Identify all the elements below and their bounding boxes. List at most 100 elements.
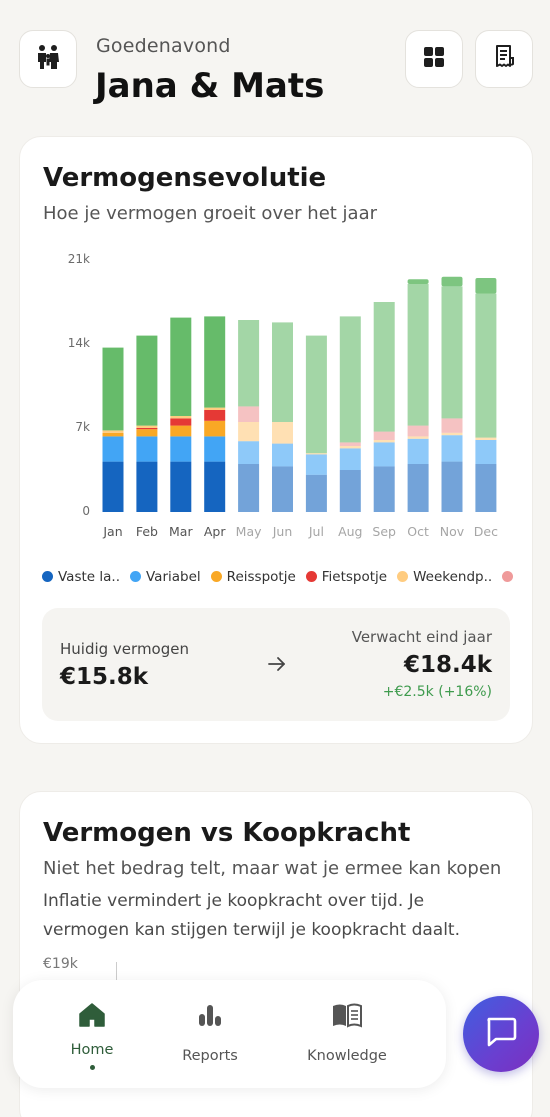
bar-segment [305, 454, 327, 475]
card-title: Vermogen vs Koopkracht [43, 818, 411, 848]
current-wealth-value: €15.8k [60, 664, 149, 690]
chart-svg [102, 276, 497, 512]
bar-segment [238, 441, 260, 464]
header: Goedenavond Jana & Mats [0, 0, 550, 120]
bar-segment [475, 464, 497, 512]
bar-segment [339, 446, 361, 449]
bottom-navigation: Home Reports Knowledge [13, 980, 446, 1088]
y-tick-label: 21k [67, 252, 90, 266]
bar-segment [305, 453, 327, 455]
bar-segment [339, 470, 361, 512]
legend-item: Weekendp.. [397, 569, 492, 585]
bar-segment [204, 316, 226, 408]
bar-segment [475, 437, 497, 440]
legend-dot [397, 571, 409, 582]
bar-segment [272, 443, 293, 467]
bar-segment [136, 429, 158, 437]
greeting: Goedenavond [96, 35, 231, 57]
bar-segment [373, 442, 395, 467]
card-body: Inflatie vermindert je koopkracht over t… [43, 891, 461, 940]
bar-segment [136, 461, 158, 512]
expected-wealth-label: Verwacht eind jaar [351, 628, 492, 646]
bar-segment [339, 448, 361, 470]
bar-segment [373, 466, 395, 512]
legend-item: Variabel [130, 569, 201, 585]
bar-segment [204, 410, 226, 421]
receipt-icon [492, 44, 516, 74]
bar-segment [204, 461, 226, 512]
bar-segment [441, 418, 463, 433]
wealth-evolution-card: Vermogensevolutie Hoe je vermogen groeit… [19, 136, 533, 744]
bar-segment [136, 425, 158, 428]
y-tick-label: 14k [67, 336, 90, 350]
legend-dot [130, 571, 141, 582]
family-icon [34, 43, 62, 75]
y-tick-label: 0 [82, 504, 90, 518]
legend-item [502, 571, 518, 582]
bar-segment [339, 316, 361, 443]
wealth-bar-chart: 0 7k 14k 21k Jan Feb Mar Apr May Jun Jul Aug Sep Oct… [20, 137, 534, 557]
bar-segment [272, 466, 293, 512]
bar-segment [407, 438, 429, 464]
grid-icon [422, 45, 446, 73]
bar-segment [204, 420, 226, 437]
bar-segment [170, 461, 192, 512]
bar-segment [170, 425, 192, 437]
nav-item-knowledge[interactable]: Knowledge [287, 1002, 407, 1064]
bar-segment [170, 418, 192, 426]
family-button[interactable] [19, 30, 77, 88]
bar-segment [136, 436, 158, 462]
bar-segment-top [407, 279, 429, 284]
chart-legend: Vaste la.. Variabel Reisspotje Fietspotje We… [42, 567, 534, 587]
nav-label-home: Home [70, 1042, 114, 1058]
legend-item: Fietspotje [305, 569, 387, 585]
home-icon [78, 1002, 106, 1032]
legend-item: Vaste la.. [42, 569, 120, 585]
bar-segment [407, 436, 429, 439]
bar-segment [238, 406, 260, 422]
bar-segment [102, 430, 124, 433]
grid-button[interactable] [405, 30, 463, 88]
bar-segment [407, 464, 429, 512]
receipt-button[interactable] [475, 30, 533, 88]
nav-label-knowledge: Knowledge [307, 1048, 387, 1064]
x-tick-label: Dec [473, 524, 498, 539]
bar-segment [373, 302, 395, 432]
bar-segment [441, 432, 463, 436]
bar-segment [102, 347, 124, 431]
active-indicator [89, 1065, 95, 1070]
bar-segment [305, 474, 327, 512]
card-subtitle: Niet het bedrag telt, maar wat je ermee … [43, 858, 502, 879]
bar-segment [407, 284, 429, 426]
bar-segment [441, 435, 463, 462]
arrow-right-icon [266, 653, 288, 679]
bar-segment [272, 422, 293, 444]
bar-segment [204, 436, 226, 462]
legend-dot [210, 571, 222, 582]
bar-segment [204, 407, 226, 410]
bar-segment [272, 322, 293, 422]
legend-item: Reisspotje [210, 568, 296, 585]
chat-button[interactable] [463, 996, 539, 1072]
bar-segment-top [441, 276, 463, 287]
bar-segment [170, 436, 192, 462]
bar-segment [170, 416, 192, 419]
bar-segment [475, 440, 497, 464]
expected-wealth-value: €18.4k [403, 652, 492, 678]
bar-segment [407, 425, 429, 437]
bar-segment [373, 440, 395, 443]
bar-segment [339, 442, 361, 446]
bar-segment [238, 320, 260, 407]
nav-label-reports: Reports [182, 1048, 238, 1064]
bar-segment [136, 428, 158, 430]
bar-segment [305, 335, 327, 454]
chat-icon [484, 1016, 518, 1052]
book-icon [331, 1002, 363, 1032]
y-tick-label: 7k [75, 420, 90, 434]
current-wealth-label: Huidig vermogen [60, 640, 189, 658]
nav-item-home[interactable]: Home [32, 1002, 152, 1070]
legend-label: Variabel [146, 568, 201, 585]
legend-label: Weekendp.. [413, 568, 493, 585]
legend-label: Reisspotje [226, 568, 296, 585]
nav-item-reports[interactable]: Reports [150, 1002, 270, 1064]
